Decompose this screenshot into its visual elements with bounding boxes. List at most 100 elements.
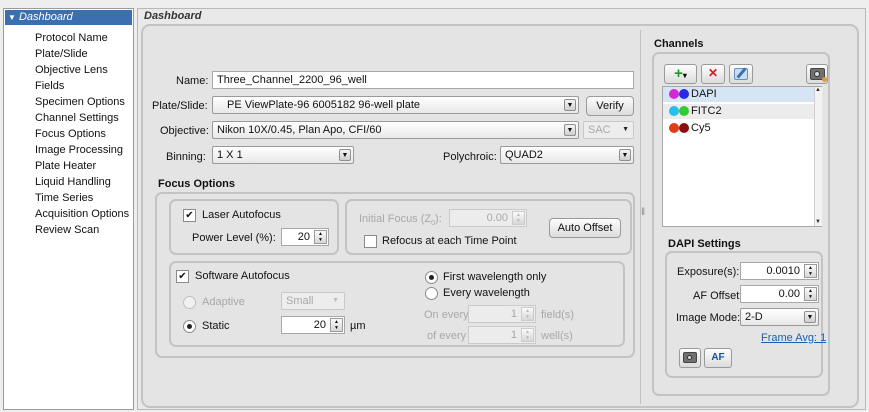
scroll-up-icon[interactable]: ▲ (815, 87, 821, 93)
name-label: Name: (176, 75, 209, 87)
spin-arrows-icon[interactable]: ▲ ▼ (330, 318, 343, 332)
af-offset-spinner[interactable]: 0.00 ▲ ▼ (740, 285, 819, 303)
snap-image-button[interactable] (679, 348, 701, 368)
sidebar-item-acquisition-options[interactable]: Acquisition Options (35, 208, 129, 220)
dropdown-arrow-icon: ▼ (564, 124, 576, 136)
every-wavelength-radio[interactable] (425, 287, 438, 300)
camera-icon (809, 68, 827, 82)
delete-x-icon: ✕ (707, 66, 719, 80)
first-wavelength-radio[interactable] (425, 271, 438, 284)
initial-focus-value: 0.00 (486, 212, 508, 224)
sidebar-item-image-processing[interactable]: Image Processing (35, 144, 123, 156)
laser-autofocus-group (169, 199, 339, 255)
channel-name: Cy5 (691, 122, 711, 134)
objective-label: Objective: (160, 125, 209, 137)
exposure-value: 0.0010 (766, 265, 800, 277)
image-mode-value: 2-D (745, 311, 763, 323)
edit-pencil-icon (734, 67, 748, 80)
sidebar-item-specimen-options[interactable]: Specimen Options (35, 96, 125, 108)
frame-avg-link[interactable]: Frame Avg: 1 (761, 332, 826, 345)
camera-settings-button[interactable] (806, 64, 828, 84)
splitter-handle-icon[interactable]: ‖ (641, 206, 645, 219)
refocus-checkbox[interactable] (364, 235, 377, 248)
chevron-down-icon: ▾ (682, 71, 687, 80)
plate-slide-select[interactable]: PE ViewPlate-96 6005182 96-well plate ▼ (212, 96, 579, 114)
sidebar-item-dashboard[interactable]: ▼ Dashboard (5, 10, 132, 25)
sidebar-item-plate-slide[interactable]: Plate/Slide (35, 48, 88, 60)
spin-arrows-icon[interactable]: ▲ ▼ (804, 287, 817, 301)
channel-list-scrollbar[interactable]: ▲ ▼ (814, 87, 822, 226)
chevron-down-icon: ▼ (622, 126, 629, 133)
sidebar-item-plate-heater[interactable]: Plate Heater (35, 160, 96, 172)
sidebar-item-focus-options[interactable]: Focus Options (35, 128, 106, 140)
binning-select[interactable]: 1 X 1 ▼ (212, 146, 354, 164)
power-level-spinner[interactable]: 20 ▲ ▼ (281, 228, 329, 246)
exposure-label: Exposure(s): (677, 266, 740, 278)
adaptive-size-select[interactable]: Small ▼ (281, 292, 345, 310)
fitc2-color1-icon (669, 106, 679, 116)
dapi-color2-icon (679, 89, 689, 99)
every-wavelength-label: Every wavelength (443, 287, 530, 299)
sidebar-item-protocol-name[interactable]: Protocol Name (35, 32, 108, 44)
adaptive-size-value: Small (286, 295, 314, 307)
binning-label: Binning: (166, 151, 206, 163)
laser-autofocus-label: Laser Autofocus (202, 209, 281, 221)
spin-arrows-icon[interactable]: ▲ ▼ (512, 211, 525, 225)
sidebar-item-channel-settings[interactable]: Channel Settings (35, 112, 119, 124)
sidebar-item-review-scan[interactable]: Review Scan (35, 224, 99, 236)
initial-focus-spinner[interactable]: 0.00 ▲ ▼ (449, 209, 527, 227)
edit-channel-button[interactable] (729, 64, 753, 84)
add-channel-button[interactable]: +▾ (664, 64, 697, 84)
spin-arrows-icon[interactable]: ▲ ▼ (521, 328, 534, 342)
on-every-value: 1 (510, 308, 517, 320)
channel-row-cy5[interactable]: Cy5 (663, 121, 814, 136)
adaptive-label: Adaptive (202, 296, 245, 308)
image-mode-label: Image Mode: (676, 312, 741, 324)
exposure-spinner[interactable]: 0.0010 ▲ ▼ (740, 262, 819, 280)
sac-value: SAC (588, 124, 611, 136)
sidebar-item-liquid-handling[interactable]: Liquid Handling (35, 176, 111, 188)
verify-button[interactable]: Verify (586, 96, 634, 116)
sac-select[interactable]: SAC ▼ (583, 121, 634, 139)
channel-row-dapi[interactable]: DAPI (663, 87, 814, 102)
dropdown-arrow-icon: ▼ (564, 99, 576, 111)
initial-focus-label: Initial Focus (Z0): (359, 213, 442, 228)
sidebar-header-label: Dashboard (18, 11, 73, 23)
polychroic-select[interactable]: QUAD2 ▼ (500, 146, 634, 164)
channels-title: Channels (654, 38, 704, 50)
on-every-spinner[interactable]: 1 ▲ ▼ (468, 305, 536, 323)
scroll-down-icon[interactable]: ▼ (815, 219, 821, 225)
delete-channel-button[interactable]: ✕ (701, 64, 725, 84)
plate-slide-label: Plate/Slide: (152, 100, 208, 112)
page-title: Dashboard (144, 10, 202, 22)
objective-select[interactable]: Nikon 10X/0.45, Plan Apo, CFI/60 ▼ (212, 121, 579, 139)
static-radio[interactable] (183, 320, 196, 333)
laser-autofocus-checkbox[interactable]: ✔ (183, 209, 196, 222)
auto-offset-button[interactable]: Auto Offset (549, 218, 621, 238)
software-autofocus-checkbox[interactable]: ✔ (176, 270, 189, 283)
polychroic-value: QUAD2 (505, 149, 543, 161)
focus-options-title: Focus Options (158, 178, 235, 190)
camera-icon (683, 352, 697, 363)
channel-name: FITC2 (691, 105, 722, 117)
wells-unit-label: well(s) (541, 330, 573, 342)
spin-arrows-icon[interactable]: ▲ ▼ (521, 307, 534, 321)
channel-settings-title: DAPI Settings (668, 238, 741, 250)
fitc2-color2-icon (679, 106, 689, 116)
image-mode-select[interactable]: 2-D ▼ (740, 308, 819, 326)
af-button[interactable]: AF (704, 348, 732, 368)
objective-value: Nikon 10X/0.45, Plan Apo, CFI/60 (217, 124, 382, 136)
of-every-spinner[interactable]: 1 ▲ ▼ (468, 326, 536, 344)
sidebar-item-fields[interactable]: Fields (35, 80, 64, 92)
sidebar-item-time-series[interactable]: Time Series (35, 192, 93, 204)
plus-icon: + (674, 65, 683, 82)
spin-arrows-icon[interactable]: ▲ ▼ (804, 264, 817, 278)
adaptive-radio[interactable] (183, 296, 196, 309)
power-level-label: Power Level (%): (192, 232, 276, 244)
chevron-down-icon: ▼ (332, 297, 339, 304)
spin-arrows-icon[interactable]: ▲ ▼ (314, 230, 327, 244)
protocol-name-input[interactable]: Three_Channel_2200_96_well (212, 71, 634, 89)
channel-row-fitc2[interactable]: FITC2 (663, 104, 814, 119)
sidebar-item-objective-lens[interactable]: Objective Lens (35, 64, 108, 76)
static-spinner[interactable]: 20 ▲ ▼ (281, 316, 345, 334)
